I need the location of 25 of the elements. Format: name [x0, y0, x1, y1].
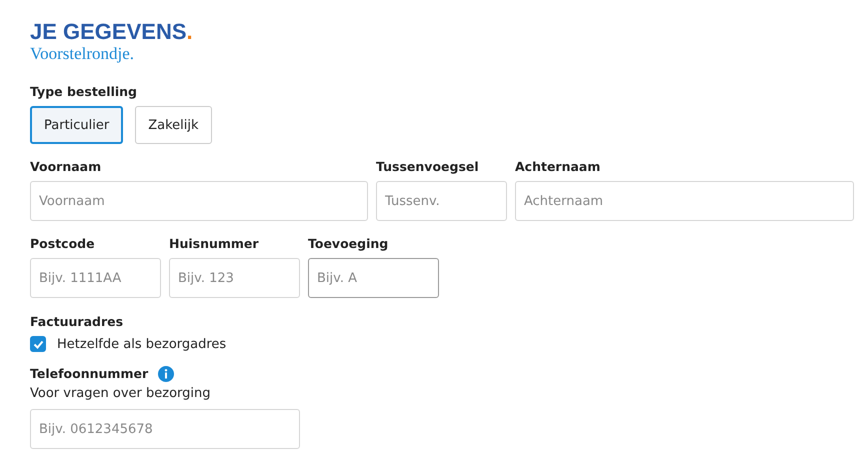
- field-hint: Voor vragen over bezorging: [30, 386, 211, 401]
- info-icon[interactable]: [158, 366, 174, 382]
- field-label: Achternaam: [515, 159, 600, 175]
- input-field[interactable]: Bijv. A: [308, 258, 439, 298]
- input-field[interactable]: Voornaam: [30, 181, 368, 221]
- checkbox[interactable]: [30, 336, 46, 352]
- field-label: Telefoonnummer: [30, 366, 148, 382]
- field-label: Factuuradres: [30, 314, 124, 330]
- checkbox-label: Hetzelfde als bezorgadres: [57, 336, 226, 352]
- order-type-option[interactable]: Particulier: [30, 106, 124, 144]
- field-label: Postcode: [30, 236, 95, 252]
- input-field[interactable]: Bijv. 0612345678: [30, 409, 300, 449]
- checkmark-icon: [32, 340, 44, 348]
- input-field[interactable]: Bijv. 123: [169, 258, 300, 298]
- field-label: Type bestelling: [30, 84, 137, 100]
- input-field[interactable]: Achternaam: [515, 181, 854, 221]
- field-label: Voornaam: [30, 159, 102, 175]
- field-label: Tussenvoegsel: [376, 159, 479, 175]
- order-type-option[interactable]: Zakelijk: [135, 106, 212, 144]
- field-label: Huisnummer: [169, 236, 259, 252]
- page-subtitle: Voorstelrondje.: [30, 44, 134, 64]
- page-title: JE GEGEVENS.: [30, 20, 193, 44]
- input-field[interactable]: Tussenv.: [376, 181, 507, 221]
- field-label: Toevoeging: [308, 236, 388, 252]
- input-field[interactable]: Bijv. 1111AA: [30, 258, 161, 298]
